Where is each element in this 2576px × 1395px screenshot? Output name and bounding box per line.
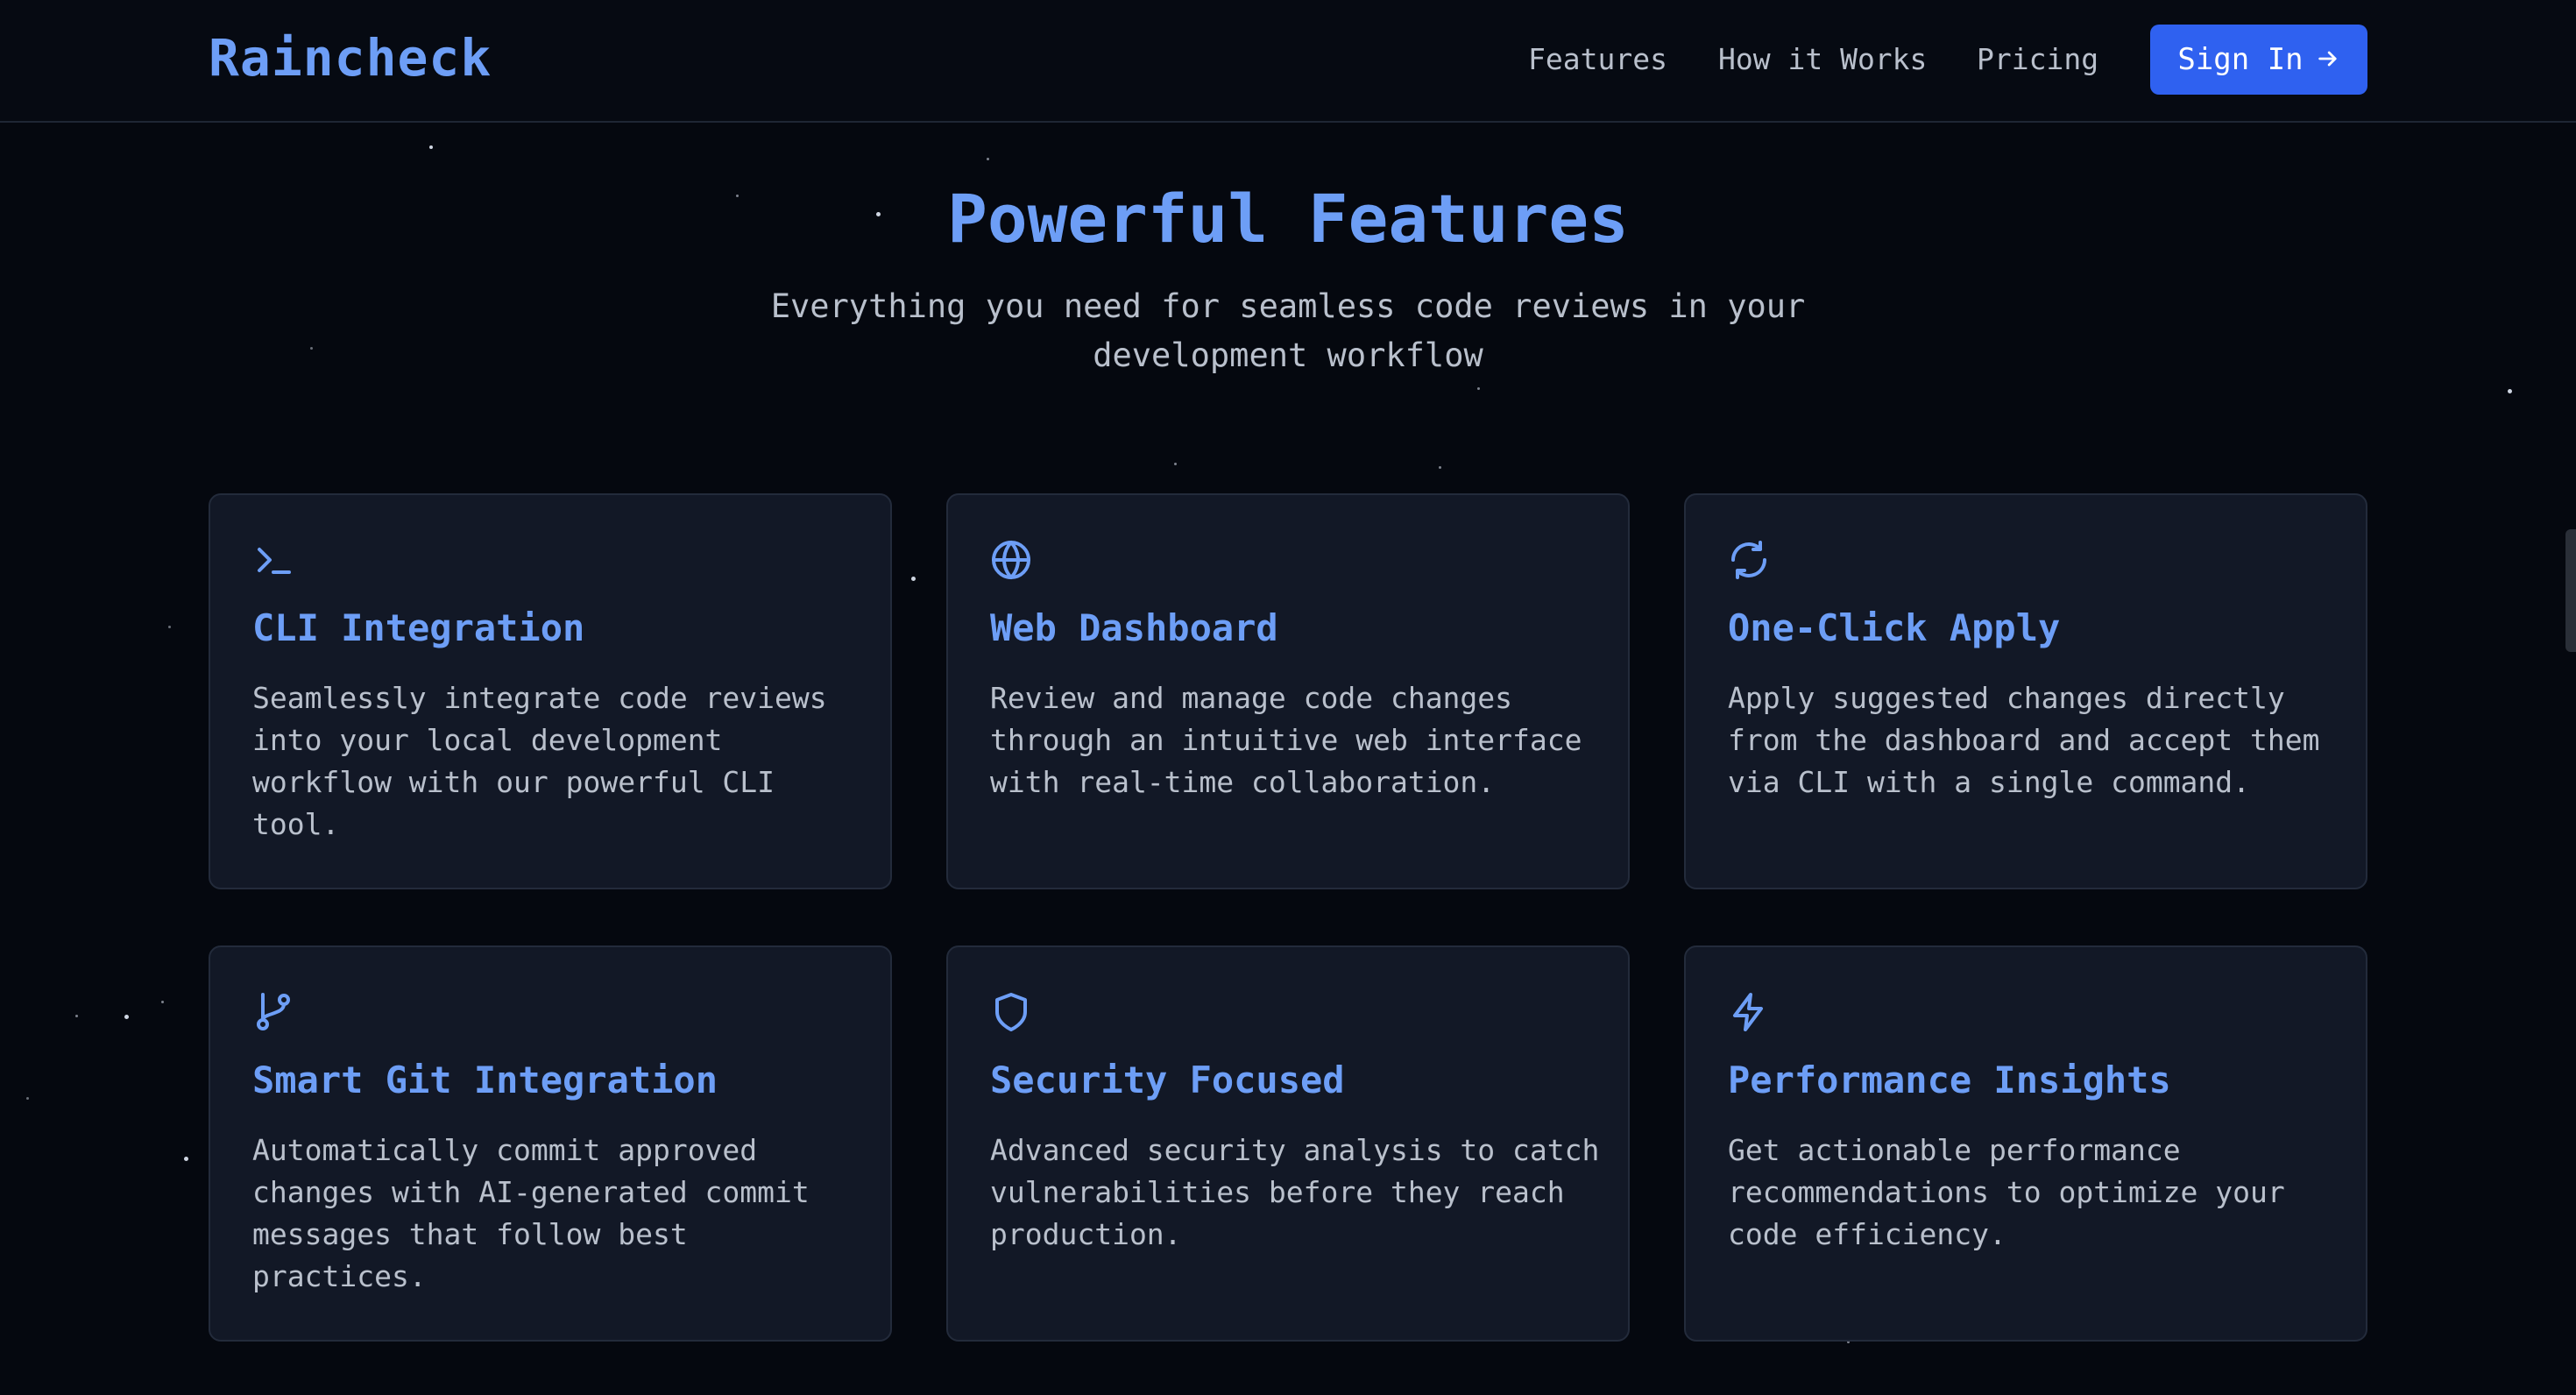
feature-title: One-Click Apply	[1728, 606, 2061, 649]
arrow-right-icon	[2316, 26, 2340, 96]
shield-icon	[990, 991, 1032, 1033]
refresh-icon	[1728, 539, 1770, 581]
sign-in-button[interactable]: Sign In	[2150, 25, 2367, 95]
git-branch-icon	[252, 991, 294, 1033]
feature-description: Get actionable performance recommendatio…	[1728, 1133, 2285, 1251]
scrollbar-thumb[interactable]	[2565, 529, 2576, 652]
feature-card-web-dashboard: Web Dashboard Review and manage code cha…	[946, 493, 1630, 889]
feature-title: CLI Integration	[252, 606, 585, 649]
feature-card-one-click-apply: One-Click Apply Apply suggested changes …	[1684, 493, 2367, 889]
nav-link-features[interactable]: Features	[1528, 40, 1667, 79]
feature-description: Automatically commit approved changes wi…	[252, 1133, 810, 1293]
nav-link-how-it-works[interactable]: How it Works	[1718, 40, 1927, 79]
feature-description: Apply suggested changes directly from th…	[1728, 681, 2320, 799]
feature-card-cli-integration: CLI Integration Seamlessly integrate cod…	[209, 493, 892, 889]
section-title: Powerful Features	[947, 180, 1629, 258]
feature-card-smart-git-integration: Smart Git Integration Automatically comm…	[209, 945, 892, 1342]
feature-card-performance-insights: Performance Insights Get actionable perf…	[1684, 945, 2367, 1342]
top-navbar: Raincheck Features How it Works Pricing …	[0, 0, 2576, 123]
feature-description: Advanced security analysis to catch vuln…	[990, 1133, 1600, 1251]
feature-title: Smart Git Integration	[252, 1059, 718, 1101]
globe-icon	[990, 539, 1032, 581]
feature-card-security-focused: Security Focused Advanced security analy…	[946, 945, 1630, 1342]
nav-link-pricing[interactable]: Pricing	[1977, 40, 2098, 79]
feature-title: Performance Insights	[1728, 1059, 2171, 1101]
feature-title: Security Focused	[990, 1059, 1345, 1101]
logo[interactable]: Raincheck	[209, 26, 492, 89]
feature-title: Web Dashboard	[990, 606, 1278, 649]
sign-in-label: Sign In	[2177, 42, 2304, 77]
feature-description: Seamlessly integrate code reviews into y…	[252, 681, 827, 841]
section-subtitle: Everything you need for seamless code re…	[770, 287, 1806, 374]
terminal-icon	[252, 539, 294, 581]
feature-description: Review and manage code changes through a…	[990, 681, 1582, 799]
lightning-icon	[1728, 991, 1770, 1033]
